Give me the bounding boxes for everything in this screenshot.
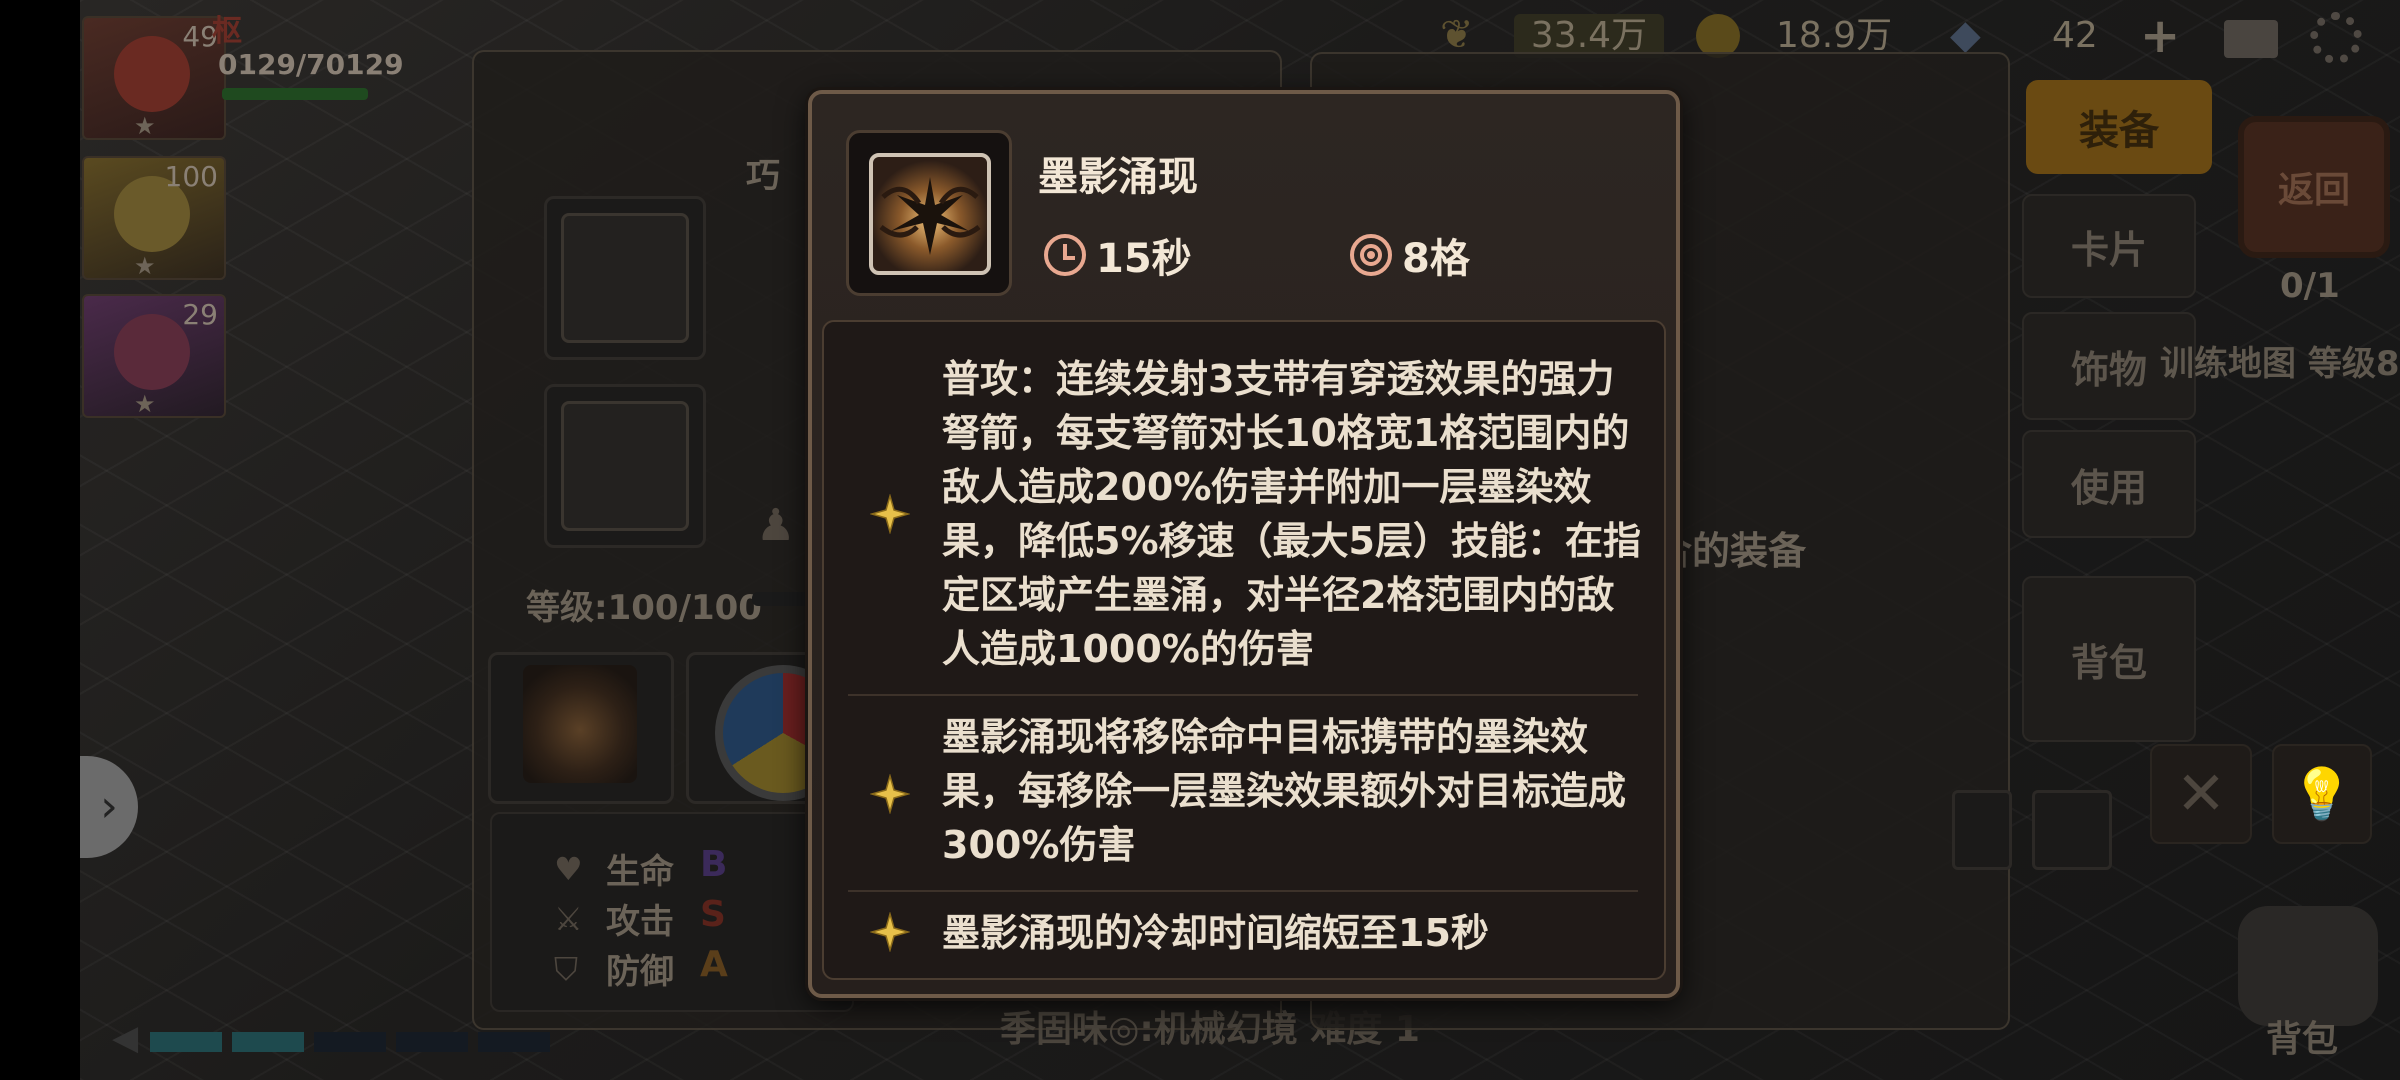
- star-icon: ★: [134, 252, 156, 280]
- stat-def-grade: A: [700, 944, 728, 985]
- page-dot-4[interactable]: [396, 1032, 468, 1052]
- backpack-label: 背包: [2266, 1019, 2339, 1060]
- heart-icon: ♥: [554, 850, 583, 888]
- clock-icon: [1044, 234, 1086, 276]
- star-icon: ★: [134, 390, 156, 418]
- page-indicator: ◀: [112, 1018, 572, 1058]
- inventory-slot[interactable]: [2032, 790, 2112, 870]
- skill-effect-entry: 墨影涌现将移除命中目标携带的墨染效果，每移除一层墨染效果额外对目标造成300%伤…: [824, 710, 1664, 880]
- mail-icon[interactable]: [2224, 20, 2278, 58]
- page-dot-1[interactable]: [150, 1032, 222, 1052]
- card-tab[interactable]: 卡片: [2022, 194, 2196, 298]
- skill-effect-entry: 普攻：连续发射3支带有穿透效果的强力弩箭，每支弩箭对长10格宽1格范围内的敌人造…: [824, 352, 1664, 682]
- back-button[interactable]: 返回: [2238, 116, 2390, 258]
- gem-amount: 42: [2052, 15, 2098, 56]
- stat-atk-grade: S: [700, 894, 726, 935]
- divider: [848, 694, 1638, 696]
- star-icon: ★: [134, 112, 156, 140]
- stat-hp-grade: B: [700, 844, 728, 885]
- prev-page-arrow[interactable]: ◀: [112, 1018, 138, 1058]
- skill-effect-entry: 墨影涌现的冷却时间缩短至15秒: [824, 904, 1664, 964]
- stat-hp-label: 生命: [606, 852, 674, 892]
- add-currency-button[interactable]: +: [2140, 8, 2180, 64]
- skill-description-box: 普攻：连续发射3支带有穿透效果的强力弩箭，每支弩箭对长10格宽1格范围内的敌人造…: [822, 320, 1666, 980]
- gear-icon[interactable]: [2310, 12, 2362, 64]
- divider: [848, 890, 1638, 892]
- bag-tab[interactable]: 背包: [2022, 576, 2196, 742]
- page-dot-5[interactable]: [478, 1032, 550, 1052]
- counter-label: 0/1: [2280, 266, 2340, 306]
- party-name-fragment: 枢: [212, 14, 242, 49]
- gem-icon: ◆: [1950, 12, 1981, 58]
- armor-icon: [561, 401, 689, 531]
- shield-icon: ⛉: [554, 950, 579, 988]
- skill-detail-popup: 墨影涌现 15秒 8格 普攻：连续发射3支带有穿透效果的强力弩箭，每支弩箭对长1…: [808, 90, 1680, 998]
- party-level-2: 100: [164, 160, 218, 193]
- skill-thumbnail-icon: [523, 665, 637, 783]
- sword-icon: ⚔: [554, 900, 583, 938]
- class-tag: 巧: [746, 156, 780, 196]
- party-member-1[interactable]: 49 ★: [82, 16, 226, 140]
- map-info-label: 训练地图 等级8: [2160, 344, 2400, 384]
- skill-effect-text: 墨影涌现将移除命中目标携带的墨染效果，每移除一层墨染效果额外对目标造成300%伤…: [942, 715, 1627, 867]
- stat-atk-label: 攻击: [606, 902, 674, 942]
- skill-icon-frame: [846, 130, 1012, 296]
- close-cross-button[interactable]: ✕: [2150, 744, 2252, 844]
- wheat-icon: ❦: [1440, 12, 1474, 58]
- sparkle-icon: [870, 912, 910, 952]
- lightbulb-icon[interactable]: 💡: [2272, 744, 2372, 844]
- hero-portrait-1: [114, 36, 190, 112]
- skill-effect-text: 普攻：连续发射3支带有穿透效果的强力弩箭，每支弩箭对长10格宽1格范围内的敌人造…: [942, 357, 1641, 671]
- equip-tab[interactable]: 装备: [2026, 80, 2212, 174]
- inventory-slot[interactable]: [1952, 790, 2012, 870]
- bow-icon: [561, 213, 689, 343]
- party-member-2[interactable]: 100 ★: [82, 156, 226, 280]
- level-label: 等级:100/100: [526, 588, 762, 628]
- party-level-3: 29: [182, 298, 218, 331]
- cooldown-value: 15秒: [1096, 236, 1192, 282]
- sparkle-icon: [870, 774, 910, 814]
- sparkle-icon: [870, 494, 910, 534]
- ink-spider-skill-icon: [869, 153, 991, 275]
- skill-slot[interactable]: [488, 652, 674, 804]
- skill-emblem: [879, 177, 981, 255]
- page-dot-2[interactable]: [232, 1032, 304, 1052]
- weapon-slot[interactable]: [544, 196, 706, 360]
- pawn-icon: ♟: [756, 500, 796, 551]
- stats-panel: ♥ 生命 B ⚔ 攻击 S ⛉ 防御 A: [490, 812, 854, 1012]
- skill-name: 墨影涌现: [1038, 154, 1198, 200]
- range-value: 8格: [1402, 236, 1470, 282]
- range-stat: 8格: [1350, 226, 1470, 284]
- party-hp-text: 0129/70129: [218, 48, 404, 81]
- cooldown-stat: 15秒: [1044, 226, 1192, 284]
- party-member-3[interactable]: 29 ★: [82, 294, 226, 418]
- armor-slot[interactable]: [544, 384, 706, 548]
- stat-def-label: 防御: [606, 952, 674, 992]
- skill-effect-text: 墨影涌现的冷却时间缩短至15秒: [942, 911, 1489, 955]
- hero-portrait-3: [114, 314, 190, 390]
- backpack-icon[interactable]: [2238, 906, 2378, 1026]
- target-icon: [1350, 234, 1392, 276]
- use-tab[interactable]: 使用: [2022, 430, 2196, 538]
- level-bar: [752, 592, 812, 606]
- party-hp-bar: [222, 88, 368, 100]
- page-dot-3[interactable]: [314, 1032, 386, 1052]
